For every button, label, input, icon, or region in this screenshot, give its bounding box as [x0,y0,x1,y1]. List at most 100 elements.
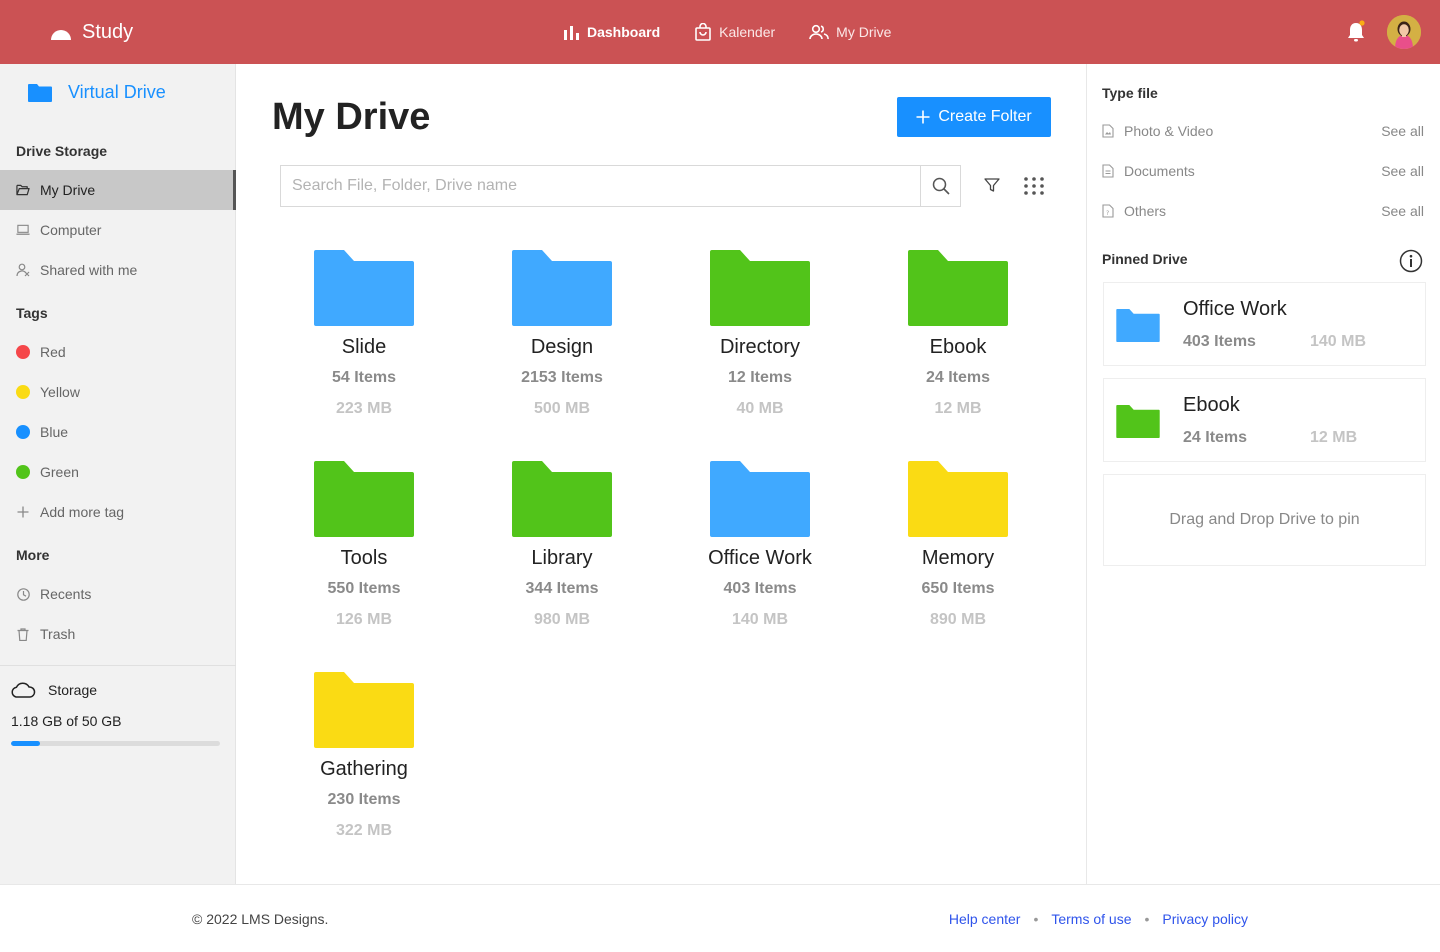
avatar[interactable] [1387,15,1421,49]
folder-item-count: 12 Items [727,369,793,386]
tag-label: Green [40,464,79,480]
folder-icon [314,250,414,326]
type-file-heading: Type file [1102,85,1158,101]
search-input[interactable] [281,166,920,206]
grid-view-button[interactable] [1024,177,1044,200]
brand[interactable]: Study [50,0,133,64]
tag-label: Blue [40,424,69,440]
tag-yellow[interactable]: Yellow [0,372,236,412]
folder-card[interactable]: Ebook 24 Items 12 MB [870,250,1046,418]
info-button[interactable] [1399,249,1423,278]
see-all-link[interactable]: See all [1381,123,1424,139]
folder-icon [1116,405,1160,438]
pin-drop-zone[interactable]: Drag and Drop Drive to pin [1103,474,1426,566]
folder-item-count: 24 Items [925,369,991,386]
folder-icon [512,461,612,537]
type-label: Others [1124,203,1167,219]
folder-icon [512,250,612,326]
storage-label: Storage [48,682,98,698]
create-folder-label: Create Folter [938,108,1032,125]
add-tag-label: Add more tag [40,504,125,520]
folder-icon [314,672,414,748]
plus-icon [916,110,930,124]
shared-user-icon [16,263,30,277]
privacy-link[interactable]: Privacy policy [1162,911,1248,927]
folder-card[interactable]: Memory 650 Items 890 MB [870,461,1046,629]
terms-link[interactable]: Terms of use [1051,911,1131,927]
folder-card[interactable]: Office Work 403 Items 140 MB [672,461,848,629]
plus-icon [16,505,30,519]
storage-panel: Storage 1.18 GB of 50 GB [0,665,236,746]
top-bar: Study Dashboard Kalender My Drive [0,0,1440,64]
nav-dashboard-label: Dashboard [587,24,661,40]
tag-red[interactable]: Red [0,332,236,372]
folder-card[interactable]: Slide 54 Items 223 MB [276,250,452,418]
search-bar [280,165,961,207]
see-all-link[interactable]: See all [1381,163,1424,179]
info-icon [1399,249,1423,273]
folder-name: Ebook [929,336,987,358]
folder-size: 126 MB [335,611,393,628]
pinned-drive-heading: Pinned Drive [1102,251,1188,267]
type-label: Documents [1124,163,1195,179]
virtual-drive-title[interactable]: Virtual Drive [28,82,166,103]
sidebar-item-trash[interactable]: Trash [0,614,236,654]
pinned-drive-items: 403 Items [1183,333,1256,350]
notification-button[interactable] [1345,20,1367,44]
brand-name: Study [82,20,134,43]
folder-item-count: 54 Items [331,369,397,386]
help-center-link[interactable]: Help center [949,911,1021,927]
folder-card[interactable]: Design 2153 Items 500 MB [474,250,650,418]
folder-name: Memory [921,547,995,569]
tag-blue[interactable]: Blue [0,412,236,452]
folder-item-count: 2153 Items [521,369,603,386]
folder-card[interactable]: Tools 550 Items 126 MB [276,461,452,629]
folder-name: Library [531,547,593,569]
sidebar-item-computer[interactable]: Computer [0,210,236,250]
tag-label: Yellow [40,384,80,400]
sidebar-item-label: Recents [40,586,92,602]
folder-icon [710,250,810,326]
folder-item-count: 230 Items [327,791,401,808]
nav-my-drive[interactable]: My Drive [809,24,891,40]
add-tag-button[interactable]: Add more tag [0,492,236,532]
sidebar: Virtual Drive Drive Storage My Drive Com… [0,64,236,884]
sidebar-item-my-drive[interactable]: My Drive [0,170,236,210]
footer: © 2022 LMS Designs. Help center • Terms … [0,884,1440,952]
folder-icon [1116,309,1160,342]
sidebar-item-label: Trash [40,626,76,642]
create-folder-button[interactable]: Create Folter [897,97,1051,137]
type-row-photo-video: Photo & Video See all [1102,123,1424,139]
folder-name: Directory [719,336,800,358]
folder-card[interactable]: Directory 12 Items 40 MB [672,250,848,418]
pinned-drive-card[interactable]: Ebook 24 Items 12 MB [1103,378,1426,462]
nav-my-drive-label: My Drive [836,24,892,40]
sidebar-item-label: Computer [40,222,102,238]
see-all-link[interactable]: See all [1381,203,1424,219]
storage-progress-fill [11,741,41,746]
folder-card[interactable]: Library 344 Items 980 MB [474,461,650,629]
folder-size: 500 MB [533,400,591,417]
separator-dot: • [1144,911,1150,927]
file-unknown-icon: ? [1102,204,1114,218]
nav-kalender[interactable]: Kalender [694,23,775,41]
tags-heading: Tags [16,305,48,321]
folder-card[interactable]: Gathering 230 Items 322 MB [276,672,452,840]
pinned-drive-items: 24 Items [1183,429,1248,446]
type-label: Photo & Video [1124,123,1214,139]
pinned-drive-size: 12 MB [1310,429,1358,446]
storage-usage: 1.18 GB of 50 GB [11,713,122,729]
nav-dashboard[interactable]: Dashboard [562,24,660,40]
sidebar-item-shared[interactable]: Shared with me [0,250,236,290]
folder-icon [710,461,810,537]
pinned-drive-card[interactable]: Office Work 403 Items 140 MB [1103,282,1426,366]
tag-green[interactable]: Green [0,452,236,492]
folder-open-icon [16,183,30,197]
filter-button[interactable] [984,177,1000,198]
search-icon [932,177,950,195]
sidebar-item-recents[interactable]: Recents [0,574,236,614]
folder-icon [908,250,1008,326]
svg-text:?: ? [1106,210,1109,217]
search-button[interactable] [920,166,960,206]
folder-item-count: 403 Items [723,580,797,597]
